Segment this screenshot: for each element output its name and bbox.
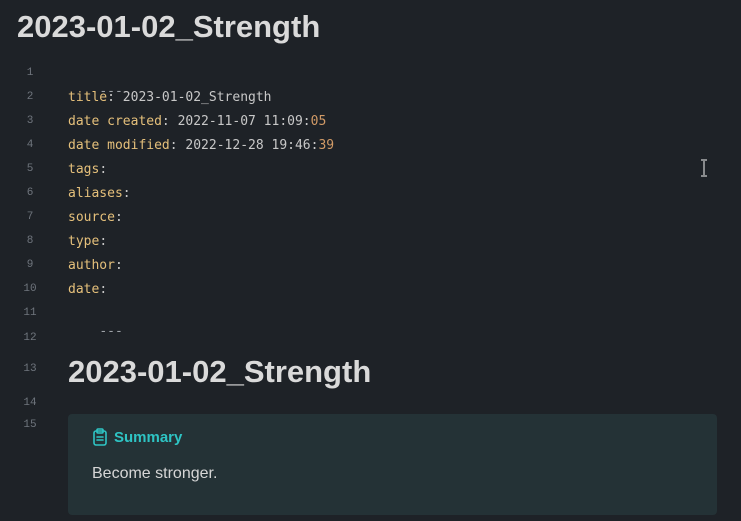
frontmatter-line-type[interactable]: type: [68, 233, 107, 251]
yaml-colon: : [99, 234, 108, 249]
line-number: 6 [26, 187, 34, 199]
line-number: 4 [26, 139, 34, 151]
frontmatter-line-title[interactable]: title: 2023-01-02_Strength [68, 89, 272, 107]
line-number: 8 [26, 235, 34, 247]
yaml-key: tags [68, 162, 100, 177]
yaml-key: title [68, 90, 108, 105]
frontmatter-line-aliases[interactable]: aliases: [68, 185, 131, 203]
yaml-colon: : [99, 162, 108, 177]
frontmatter-line-date-created[interactable]: date created: 2022-11-07 11:09:05 [68, 113, 326, 131]
yaml-value: 2023-01-02_Strength [114, 90, 272, 105]
yaml-key: aliases [68, 186, 123, 201]
frontmatter-line-date[interactable]: date: [68, 281, 107, 299]
yaml-colon: : [99, 282, 108, 297]
line-number: 1 [26, 67, 34, 79]
yaml-value: 2022-12-28 19:46: [177, 138, 319, 153]
yaml-key: date created [68, 114, 162, 129]
line-number: 15 [23, 419, 37, 431]
frontmatter-line-tags[interactable]: tags: [68, 161, 107, 179]
line-number: 7 [26, 211, 34, 223]
yaml-key: source [68, 210, 115, 225]
line-number: 13 [23, 363, 37, 375]
yaml-colon: : [122, 186, 131, 201]
line-number: 5 [26, 163, 34, 175]
yaml-delimiter: --- [99, 324, 123, 339]
text-cursor-icon [699, 159, 709, 177]
yaml-colon: : [169, 138, 178, 153]
summary-callout[interactable]: Summary Become stronger. [68, 414, 717, 515]
yaml-key: type [68, 234, 100, 249]
yaml-value-number: 39 [318, 138, 335, 153]
yaml-colon: : [114, 258, 123, 273]
line-number: 10 [23, 283, 37, 295]
line-number: 11 [23, 307, 37, 319]
line-number: 9 [26, 259, 34, 271]
yaml-colon: : [161, 114, 170, 129]
frontmatter-close-delimiter[interactable]: --- [68, 305, 123, 359]
note-title[interactable]: 2023-01-02_Strength [17, 7, 320, 47]
yaml-value-number: 05 [310, 114, 327, 129]
line-number: 14 [23, 397, 37, 409]
clipboard-icon [92, 428, 108, 446]
callout-title-label: Summary [114, 428, 183, 446]
line-number: 2 [26, 91, 34, 103]
yaml-key: date [68, 282, 100, 297]
yaml-key: date modified [68, 138, 170, 153]
callout-title: Summary [92, 426, 182, 448]
yaml-colon: : [114, 210, 123, 225]
yaml-value: 2022-11-07 11:09: [169, 114, 311, 129]
frontmatter-line-source[interactable]: source: [68, 209, 123, 227]
frontmatter-line-date-modified[interactable]: date modified: 2022-12-28 19:46:39 [68, 137, 334, 155]
yaml-key: author [68, 258, 115, 273]
editor[interactable]: 1 2 3 4 5 6 7 8 9 10 11 12 13 14 15 --- … [0, 60, 741, 521]
line-number: 12 [23, 332, 37, 344]
line-number: 3 [26, 115, 34, 127]
body-heading[interactable]: 2023-01-02_Strength [68, 352, 371, 392]
yaml-colon: : [107, 90, 115, 105]
callout-text: Become stronger. [92, 465, 218, 482]
frontmatter-line-author[interactable]: author: [68, 257, 123, 275]
